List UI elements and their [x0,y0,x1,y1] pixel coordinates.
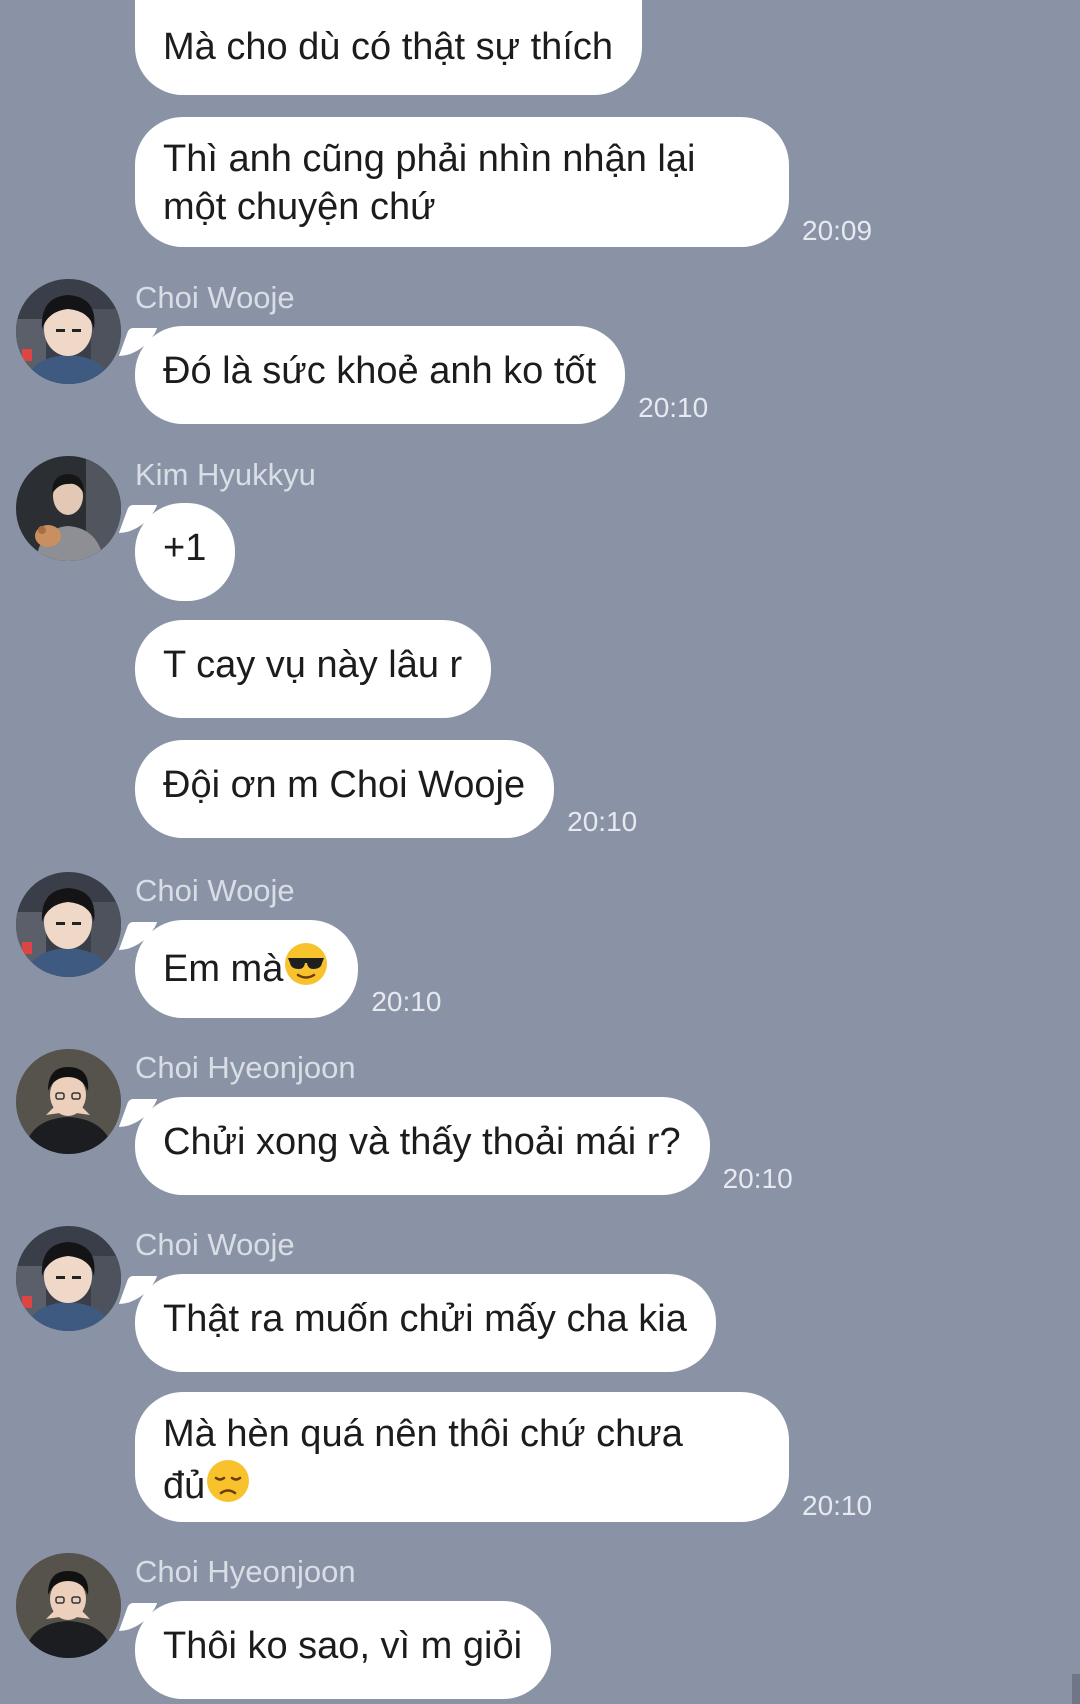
sender-name: Choi Wooje [135,1227,295,1262]
avatar-kim-hyukkyu[interactable] [16,456,121,561]
message-text: Thì anh cũng phải nhìn nhận lại một chuy… [163,138,696,228]
message-bubble[interactable]: Mà hèn quá nên thôi chứ chưa đủ [135,1392,789,1522]
message-text: Em mà [163,948,284,990]
message-bubble[interactable]: Chửi xong và thấy thoải mái r? [135,1097,710,1195]
avatar-choi-hyeonjoon[interactable] [16,1553,121,1658]
message-bubble[interactable]: Đội ơn m Choi Wooje [135,740,555,838]
avatar-choi-wooje[interactable] [16,1226,121,1331]
message-row: Thì anh cũng phải nhìn nhận lại một chuy… [135,117,872,247]
message-bubble[interactable]: +1 [135,503,236,601]
message-bubble[interactable]: Em mà [135,920,359,1018]
message-timestamp: 20:10 [371,986,442,1017]
message-row: Chửi xong và thấy thoải mái r? 20:10 [135,1097,793,1195]
message-bubble[interactable]: Đó là sức khoẻ anh ko tốt [135,326,626,424]
message-row: Mà cho dù có thật sự thích [135,0,643,95]
message-row: Thật ra muốn chửi mấy cha kia [135,1274,716,1372]
chat-message-list[interactable]: Mà cho dù có thật sự thích Thì anh cũng … [0,0,1080,1704]
message-timestamp: 20:10 [802,1490,873,1521]
message-text: Mà cho dù có thật sự thích [163,26,614,68]
message-text: T cay vụ này lâu r [163,644,463,686]
message-text: Thôi ko sao, vì m giỏi [163,1625,523,1667]
message-bubble[interactable]: T cay vụ này lâu r [135,620,492,718]
message-row: Đó là sức khoẻ anh ko tốt 20:10 [135,326,708,424]
message-text: Đó là sức khoẻ anh ko tốt [163,350,597,392]
message-bubble[interactable]: Thì anh cũng phải nhìn nhận lại một chuy… [135,117,789,247]
message-bubble[interactable]: Mà cho dù có thật sự thích [135,0,643,95]
message-row: Mà hèn quá nên thôi chứ chưa đủ 20:10 [135,1392,872,1522]
message-row: T cay vụ này lâu r [135,620,492,718]
sender-name: Choi Wooje [135,873,295,908]
message-text: Đội ơn m Choi Wooje [163,764,526,806]
message-bubble[interactable]: Thôi ko sao, vì m giỏi [135,1601,552,1699]
avatar-choi-hyeonjoon[interactable] [16,1049,121,1154]
message-text: +1 [163,527,207,569]
message-timestamp: 20:10 [567,806,638,837]
scrollbar[interactable] [1072,1674,1080,1704]
message-timestamp: 20:10 [638,392,709,423]
message-row: Đội ơn m Choi Wooje 20:10 [135,740,637,838]
sender-name: Choi Hyeonjoon [135,1554,356,1589]
sender-name: Kim Hyukkyu [135,457,316,492]
message-timestamp: 20:09 [802,215,873,246]
message-bubble[interactable]: Thật ra muốn chửi mấy cha kia [135,1274,716,1372]
avatar-choi-wooje[interactable] [16,872,121,977]
sender-name: Choi Hyeonjoon [135,1050,356,1085]
sender-name: Choi Wooje [135,280,295,315]
message-text: Chửi xong và thấy thoải mái r? [163,1121,681,1163]
message-text: Thật ra muốn chửi mấy cha kia [163,1298,687,1340]
sunglasses-emoji-icon [285,943,328,985]
message-row: Em mà 20:10 [135,920,441,1018]
message-timestamp: 20:10 [722,1163,793,1194]
avatar-choi-wooje[interactable] [16,279,121,384]
message-row: Thôi ko sao, vì m giỏi [135,1601,552,1699]
message-row: +1 [135,503,236,601]
disappointed-emoji-icon [207,1460,250,1502]
